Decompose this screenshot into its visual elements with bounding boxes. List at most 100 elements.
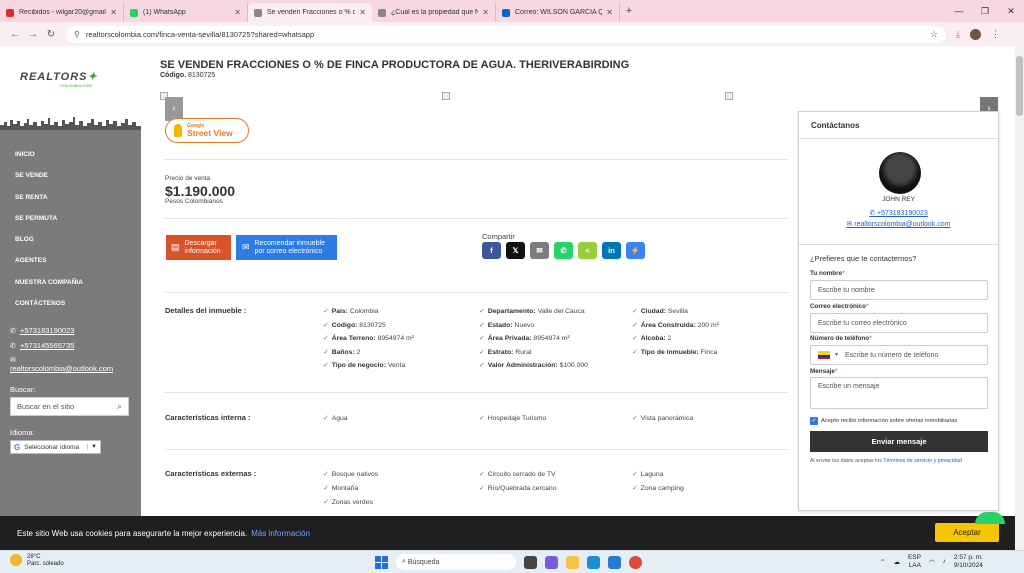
detail-key: Alcoba:	[640, 335, 666, 343]
nav-inicio[interactable]: INICIO	[0, 144, 141, 165]
terms-link[interactable]: Términos de servicio y privacidad	[883, 458, 962, 464]
consent-checkbox-row[interactable]: ✓ Acepto recibir información sobre oferta…	[810, 417, 957, 425]
phone-field[interactable]: ▼ Escribe tu número de teléfono	[810, 345, 988, 365]
profile-avatar[interactable]	[969, 28, 981, 40]
detail-item: ✓ Alcoba: 2	[632, 334, 671, 342]
file-explorer-icon[interactable]	[566, 555, 579, 569]
volume-icon[interactable]: ♪	[943, 558, 946, 565]
messenger-share-button[interactable]: ⚡	[626, 242, 645, 259]
gallery-image[interactable]	[442, 92, 450, 100]
close-window-icon[interactable]: ✕	[998, 6, 1024, 17]
windows-start-icon[interactable]	[375, 555, 388, 569]
send-message-button[interactable]: Enviar mensaje	[810, 431, 988, 452]
skyline-graphic	[0, 117, 141, 130]
nav-blog[interactable]: BLOG	[0, 229, 141, 250]
taskbar-apps: ⌕ Búsqueda	[375, 554, 642, 570]
feature-item: ✓ Circuito cerrado de TV	[479, 470, 556, 478]
store-icon[interactable]	[608, 555, 621, 569]
sharethis-share-button[interactable]: <	[578, 242, 597, 259]
street-view-button[interactable]: Google Street View	[165, 118, 249, 143]
site-search-input[interactable]: Buscar en el sitio ⌕	[10, 397, 129, 417]
tab-gmail[interactable]: Recibidos - wilgar20@gmail.com ✕	[0, 3, 124, 22]
sidebar-email[interactable]: realtorscolombia@outlook.com	[10, 364, 113, 373]
nav-nuestra-compania[interactable]: NUESTRA COMPAÑIA	[0, 272, 141, 293]
x-icon: 𝕏	[512, 246, 519, 255]
phone-placeholder: Escribe tu número de teléfono	[844, 351, 939, 359]
page-title: SE VENDEN FRACCIONES O % DE FINCA PRODUC…	[160, 59, 630, 71]
whatsapp-float-icon[interactable]	[975, 512, 1005, 524]
nav-se-renta[interactable]: SE RENTA	[0, 187, 141, 208]
download-icon[interactable]: ⤓	[956, 29, 960, 40]
agent-phone-link[interactable]: ✆ +573183190023	[799, 209, 998, 217]
email-icon: ✉	[242, 241, 250, 252]
download-info-button[interactable]: ▤ Descargar información	[166, 235, 231, 260]
input-language[interactable]: ESP LAA	[908, 554, 921, 570]
bookmark-star-icon[interactable]: ☆	[930, 29, 938, 40]
recommend-email-button[interactable]: ✉ Recomendar inmueble por correo electrón…	[236, 235, 337, 260]
agent-email-link[interactable]: ✉ realtorscolombia@outlook.com	[799, 220, 998, 228]
close-icon[interactable]: ✕	[234, 8, 241, 17]
task-view-icon[interactable]	[524, 555, 537, 569]
cookie-accept-button[interactable]: Aceptar	[935, 523, 999, 542]
tab-question[interactable]: ¿Cuál es la propiedad que Nec ✕	[372, 3, 496, 22]
restore-icon[interactable]: ❐	[972, 6, 998, 17]
taskbar-search[interactable]: ⌕ Búsqueda	[396, 554, 516, 570]
chevron-up-icon[interactable]: ⌃	[880, 558, 885, 566]
message-field[interactable]: Escribe un mensaje	[810, 377, 988, 409]
facebook-share-button[interactable]: f	[482, 242, 501, 259]
scrollbar[interactable]	[1015, 46, 1024, 550]
forward-icon[interactable]: →	[24, 29, 42, 40]
scrollbar-thumb[interactable]	[1016, 56, 1023, 116]
teams-icon[interactable]	[545, 555, 558, 569]
url-text: realtorscolombia.com/finca-venta-sevilla…	[85, 29, 315, 39]
email-share-button[interactable]: ✉	[530, 242, 549, 259]
chrome-icon[interactable]	[629, 555, 642, 569]
name-field[interactable]: Escribe tu nombre	[810, 280, 988, 300]
email-field[interactable]: Escribe tu correo electrónico	[810, 313, 988, 333]
check-icon: ✓	[323, 321, 329, 329]
nav-se-vende[interactable]: SE VENDE	[0, 165, 141, 186]
chevron-down-icon[interactable]: ▼	[834, 352, 839, 358]
tab-outlook[interactable]: Correo: WILSON GARCIA QUIN✕	[496, 3, 620, 22]
check-icon: ✓	[632, 321, 638, 329]
nav-se-permuta[interactable]: SE PERMUTA	[0, 208, 141, 229]
minimize-icon[interactable]: —	[946, 6, 972, 16]
nav-agentes[interactable]: AGENTES	[0, 250, 141, 271]
whatsapp-share-button[interactable]: ✆	[554, 242, 573, 259]
back-icon[interactable]: ←	[6, 29, 24, 40]
close-icon[interactable]: ✕	[359, 8, 366, 17]
url-input[interactable]: ⚲ realtorscolombia.com/finca-venta-sevil…	[66, 25, 946, 43]
close-icon[interactable]: ✕	[110, 8, 117, 17]
linkedin-icon: in	[608, 246, 615, 255]
sidebar-phone-2[interactable]: +573145565735	[20, 341, 74, 350]
detail-item: ✓ Estrato: Rural	[479, 348, 532, 356]
tab-property[interactable]: Se venden Fracciones o % de F✕	[248, 3, 372, 22]
search-icon[interactable]: ⌕	[117, 401, 122, 412]
feature-label: Laguna	[640, 471, 664, 478]
gallery-image[interactable]	[725, 92, 733, 100]
colombia-flag-icon[interactable]	[818, 351, 830, 359]
logo[interactable]: REALTORS✦ COLOMBIA.COM	[0, 46, 141, 130]
site-info-icon[interactable]: ⚲	[74, 30, 80, 39]
x-share-button[interactable]: 𝕏	[506, 242, 525, 259]
sidebar-phone-1[interactable]: +573183190023	[20, 326, 74, 335]
cookie-more-info-link[interactable]: Más información	[251, 529, 310, 538]
nav-contactenos[interactable]: CONTÁCTENOS	[0, 293, 141, 314]
menu-icon[interactable]: ⋮	[991, 29, 1000, 40]
new-tab-button[interactable]: +	[620, 5, 638, 17]
check-icon: ✓	[479, 308, 485, 315]
checkbox-checked-icon[interactable]: ✓	[810, 417, 818, 425]
language-select[interactable]: G Seleccionar idioma ▼	[10, 440, 101, 455]
linkedin-share-button[interactable]: in	[602, 242, 621, 259]
clock[interactable]: 2:57 p. m. 9/10/2024	[954, 554, 983, 570]
tab-whatsapp[interactable]: (1) WhatsApp ✕	[124, 3, 248, 22]
wifi-icon[interactable]: ◠	[929, 558, 935, 566]
close-icon[interactable]: ✕	[482, 8, 489, 17]
cloud-icon[interactable]: ☁	[893, 558, 900, 566]
detail-value: Finca	[700, 348, 718, 356]
close-icon[interactable]: ✕	[606, 8, 613, 17]
weather-widget[interactable]: 28°C Parc. soleado	[10, 554, 64, 568]
edge-icon[interactable]	[587, 555, 600, 569]
page-icon	[254, 8, 262, 17]
reload-icon[interactable]: ↻	[42, 29, 60, 40]
